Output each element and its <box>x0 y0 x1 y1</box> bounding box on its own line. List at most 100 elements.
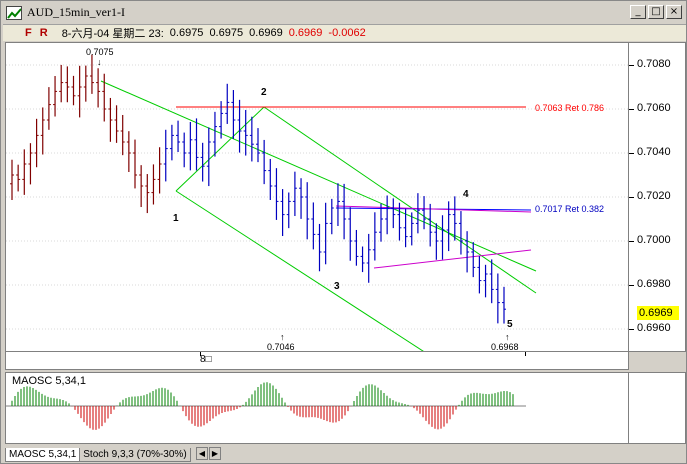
ohlc-bar <box>323 202 328 265</box>
ohlc-bar <box>292 171 297 217</box>
ohlc-bar <box>157 147 162 194</box>
ohlc-bar <box>120 114 125 156</box>
ohlc-bar <box>133 139 137 189</box>
ohlc-bar <box>422 196 427 230</box>
ohlc-bar <box>502 286 506 324</box>
ohlc-bar <box>268 158 273 200</box>
maximize-button[interactable]: □ <box>648 5 664 19</box>
price-axis[interactable]: 0.6969 0.7080 0.7060 0.7040 0.7020 0.7000 0.6… <box>629 42 686 352</box>
ohlc-bar <box>354 229 359 266</box>
ohlc-bar <box>243 109 248 156</box>
quote-info-bar: F R 8-六月-04 星期二 23: 0.6975 0.6975 0.6969… <box>3 24 686 41</box>
wave-label-1: 1 <box>173 213 179 224</box>
ret382-label: 0.7017 Ret 0.382 <box>535 204 604 214</box>
ohlc-bar <box>34 118 39 168</box>
chart-app-icon <box>6 5 22 20</box>
ohlc-bar <box>483 264 488 298</box>
ohlc-bar <box>385 195 390 235</box>
minimize-button[interactable]: _ <box>630 5 646 19</box>
horizontal-scrollbar[interactable] <box>226 451 681 457</box>
time-axis-label: 8□ <box>200 354 212 365</box>
bar-change: -0.0062 <box>328 27 366 39</box>
ohlc-bar <box>391 198 396 229</box>
price-axis-label: 0.6980 <box>637 278 671 290</box>
ohlc-bar <box>471 242 476 278</box>
tab-stoch[interactable]: Stoch 9,3,3 (70%-30%) <box>79 448 191 462</box>
wave-label-4: 4 <box>463 189 469 200</box>
ohlc-bar <box>231 90 236 139</box>
ohlc-bar <box>348 207 353 261</box>
ohlc-bar <box>65 66 70 103</box>
wave-label-2: 2 <box>261 87 267 98</box>
ohlc-bar <box>22 149 27 195</box>
bar-low: 0.6969 <box>249 27 283 39</box>
top-high-arrow: ↓ <box>97 57 102 67</box>
ohlc-bar <box>176 120 181 152</box>
ohlc-bar <box>335 183 340 227</box>
oscillator-svg <box>6 382 526 430</box>
bar-high: 0.6975 <box>209 27 244 39</box>
ohlc-bar <box>489 259 494 304</box>
ohlc-bar <box>10 159 14 201</box>
bar-date: 8-六月-04 星期二 23: <box>61 28 164 40</box>
close-button[interactable]: × <box>666 5 682 19</box>
low-right-label: 0.6968 <box>491 342 519 351</box>
ohlc-bar <box>169 124 174 161</box>
ohlc-bar <box>108 97 113 142</box>
chart-window: AUD_15min_ver1-I _ □ × F R 8-六月-04 星期二 2… <box>0 0 687 464</box>
time-axis-tick-end <box>525 352 526 356</box>
ohlc-bar <box>477 256 482 294</box>
ohlc-bars <box>10 54 506 324</box>
r-toggle[interactable]: R <box>40 27 48 39</box>
ohlc-bar <box>182 132 187 168</box>
ohlc-bar <box>77 65 82 118</box>
top-high-label: 0.7075 <box>86 47 114 57</box>
ohlc-bar <box>151 164 156 205</box>
price-axis-label: 0.7020 <box>637 190 671 202</box>
ohlc-bar <box>305 182 310 240</box>
ohlc-bar <box>89 54 94 94</box>
ohlc-bar <box>114 105 119 143</box>
price-chart[interactable]: 0.7075 ↓ 1 2 3 4 5 0.7063 Ret 0.786 0.70… <box>5 42 629 354</box>
price-axis-label: 0.7040 <box>637 146 671 158</box>
ohlc-bar <box>188 122 193 171</box>
ohlc-bar <box>16 164 21 192</box>
f-toggle[interactable]: F <box>25 27 32 39</box>
ohlc-bar <box>249 116 254 162</box>
ohlc-bar <box>274 168 279 220</box>
ohlc-bar <box>286 192 291 229</box>
ohlc-bar <box>40 107 45 155</box>
ohlc-bar <box>256 128 260 163</box>
price-axis-label: 0.7080 <box>637 58 671 70</box>
ohlc-bar <box>225 83 230 124</box>
ohlc-bar <box>342 183 347 240</box>
tab-scroll-right-icon[interactable]: ▶ <box>209 447 221 460</box>
bar-open: 0.6975 <box>169 27 204 39</box>
triangle-top <box>335 205 532 213</box>
ohlc-bar <box>200 142 205 182</box>
tab-maosc[interactable]: MAOSC 5,34,1 <box>5 448 81 462</box>
price-axis-tick <box>629 153 634 154</box>
price-axis-tick <box>629 285 634 286</box>
price-axis-tick <box>629 241 634 242</box>
price-axis-tick <box>629 65 634 66</box>
title-bar[interactable]: AUD_15min_ver1-I _ □ × <box>3 3 686 22</box>
oscillator-panel[interactable]: MAOSC 5,34,1 <box>5 372 629 444</box>
ohlc-bar <box>434 223 439 260</box>
price-axis-label: 0.6960 <box>637 322 671 334</box>
ohlc-bar <box>212 111 217 157</box>
ohlc-bar <box>495 273 500 324</box>
ohlc-bar <box>458 211 463 255</box>
ohlc-bar <box>53 76 58 117</box>
ohlc-bar <box>465 231 470 273</box>
ohlc-bar <box>194 118 199 171</box>
tab-scroll-left-icon[interactable]: ◀ <box>196 447 208 460</box>
ohlc-bar <box>163 129 168 182</box>
bar-close: 0.6969 <box>288 27 323 39</box>
ohlc-bar <box>329 198 334 235</box>
ohlc-bar <box>126 131 131 173</box>
price-axis-label: 0.7000 <box>637 234 671 246</box>
ohlc-bar <box>145 174 150 214</box>
ohlc-bar <box>372 212 377 261</box>
time-axis[interactable]: 8□ <box>5 352 629 370</box>
